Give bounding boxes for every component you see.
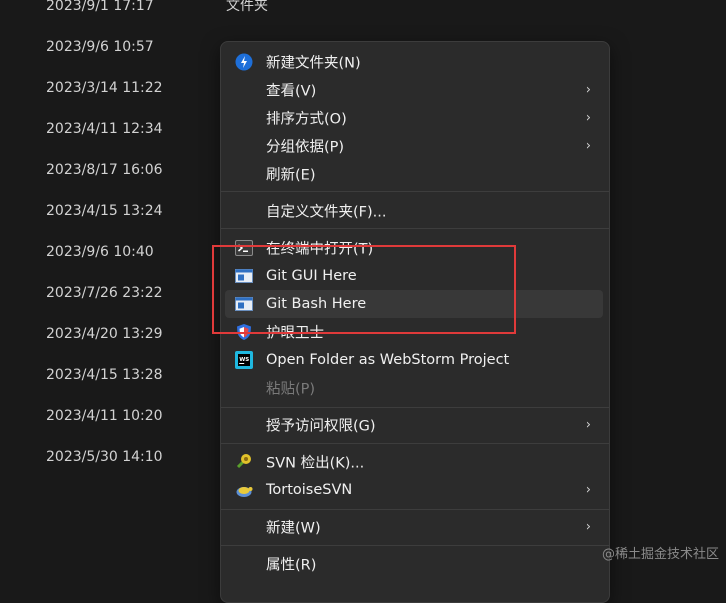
menu-item-group-by[interactable]: 分组依据(P) › [225, 132, 603, 160]
file-date[interactable]: 2023/3/14 11:22 [46, 79, 163, 97]
menu-item-sort-by[interactable]: 排序方式(O) › [225, 104, 603, 132]
file-date[interactable]: 2023/9/6 10:57 [46, 38, 154, 56]
menu-separator [221, 407, 609, 408]
menu-item-label: 授予访问权限(G) [266, 418, 376, 435]
file-type[interactable]: 文件夹 [226, 0, 268, 15]
context-menu: 新建文件夹(N) 查看(V) › 排序方式(O) › 分组依据(P) › 刷新(… [220, 41, 610, 603]
menu-item-label: 查看(V) [266, 83, 317, 100]
file-date[interactable]: 2023/4/15 13:28 [46, 366, 163, 384]
file-date[interactable]: 2023/4/15 13:24 [46, 202, 163, 220]
file-date[interactable]: 2023/4/20 13:29 [46, 325, 163, 343]
menu-item-git-bash[interactable]: Git Bash Here [225, 290, 603, 318]
terminal-icon [235, 239, 253, 257]
menu-item-customize-folder[interactable]: 自定义文件夹(F)... [225, 197, 603, 225]
menu-item-view[interactable]: 查看(V) › [225, 76, 603, 104]
chevron-right-icon: › [585, 138, 591, 154]
chevron-right-icon: › [585, 417, 591, 433]
menu-separator [221, 228, 609, 229]
git-icon [235, 295, 253, 313]
svn-icon [235, 453, 253, 471]
menu-item-eye-guard[interactable]: 护眼卫士 [225, 318, 603, 346]
new-folder-icon [235, 53, 253, 71]
git-icon [235, 267, 253, 285]
menu-item-webstorm[interactable]: WS Open Folder as WebStorm Project [225, 346, 603, 374]
menu-item-label: Git GUI Here [266, 268, 357, 284]
menu-item-label: 护眼卫士 [266, 325, 324, 342]
menu-item-label: 在终端中打开(T) [266, 241, 374, 258]
watermark: @稀土掘金技术社区 [601, 547, 719, 562]
chevron-right-icon: › [585, 519, 591, 535]
menu-separator [221, 443, 609, 444]
menu-item-label: 属性(R) [266, 557, 317, 574]
menu-item-tortoise-svn[interactable]: TortoiseSVN › [225, 476, 603, 504]
menu-separator [221, 545, 609, 546]
tortoise-icon [235, 481, 253, 499]
menu-item-label: Git Bash Here [266, 296, 367, 312]
menu-item-grant-access[interactable]: 授予访问权限(G) › [225, 411, 603, 439]
menu-item-properties[interactable]: 属性(R) [225, 550, 603, 578]
svg-text:WS: WS [239, 357, 249, 363]
menu-item-label: 新建文件夹(N) [266, 55, 361, 72]
menu-item-new-folder[interactable]: 新建文件夹(N) [225, 48, 603, 76]
menu-item-git-gui[interactable]: Git GUI Here [225, 262, 603, 290]
file-date[interactable]: 2023/5/30 14:10 [46, 448, 163, 466]
menu-item-label: 粘贴(P) [266, 381, 316, 398]
menu-item-new[interactable]: 新建(W) › [225, 513, 603, 541]
menu-separator [221, 191, 609, 192]
chevron-right-icon: › [585, 482, 591, 498]
menu-item-open-in-terminal[interactable]: 在终端中打开(T) [225, 234, 603, 262]
file-date[interactable]: 2023/8/17 16:06 [46, 161, 163, 179]
shield-icon [235, 323, 253, 341]
menu-item-label: 刷新(E) [266, 167, 316, 184]
menu-item-label: SVN 检出(K)... [266, 455, 365, 472]
menu-item-label: 新建(W) [266, 520, 321, 537]
menu-item-label: 自定义文件夹(F)... [266, 204, 387, 221]
file-date[interactable]: 2023/7/26 23:22 [46, 284, 163, 302]
menu-item-paste[interactable]: 粘贴(P) [225, 374, 603, 402]
menu-item-refresh[interactable]: 刷新(E) [225, 160, 603, 188]
menu-item-label: 分组依据(P) [266, 139, 345, 156]
file-date[interactable]: 2023/4/11 10:20 [46, 407, 163, 425]
menu-item-svn-checkout[interactable]: SVN 检出(K)... [225, 448, 603, 476]
chevron-right-icon: › [585, 82, 591, 98]
file-date[interactable]: 2023/9/6 10:40 [46, 243, 154, 261]
menu-item-label: Open Folder as WebStorm Project [266, 352, 510, 368]
menu-separator [221, 509, 609, 510]
menu-item-label: 排序方式(O) [266, 111, 347, 128]
chevron-right-icon: › [585, 110, 591, 126]
menu-item-label: TortoiseSVN [266, 482, 353, 498]
webstorm-icon: WS [235, 351, 253, 369]
file-date[interactable]: 2023/4/11 12:34 [46, 120, 163, 138]
file-date[interactable]: 2023/9/1 17:17 [46, 0, 154, 15]
